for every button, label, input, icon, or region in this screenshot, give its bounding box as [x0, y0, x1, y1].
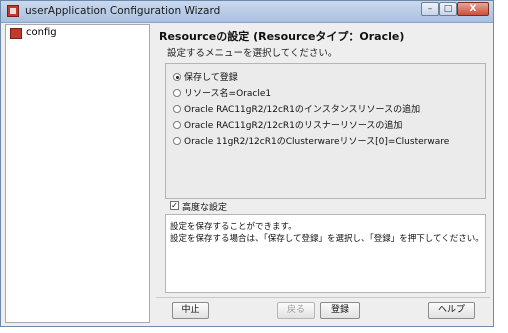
- wizard-window: userApplication Configuration Wizard – □…: [0, 0, 494, 327]
- option-label: Oracle RAC11gR2/12cR1のリスナーリソースの追加: [184, 121, 403, 131]
- description-panel: 設定を保存することができます。 設定を保存する場合は、「保存して登録」を選択し、…: [165, 214, 486, 293]
- option-add-listener-resource[interactable]: Oracle RAC11gR2/12cR1のリスナーリソースの追加: [173, 118, 402, 132]
- help-button[interactable]: ヘルプ: [428, 302, 475, 319]
- back-button[interactable]: 戻る: [277, 302, 315, 319]
- maximize-button[interactable]: □: [439, 2, 457, 16]
- advanced-settings-row[interactable]: ✓ 高度な設定: [165, 199, 486, 214]
- config-tree[interactable]: config: [5, 24, 150, 323]
- option-label: Oracle RAC11gR2/12cR1のインスタンスリソースの追加: [184, 105, 421, 115]
- minimize-button[interactable]: –: [421, 2, 439, 16]
- config-icon: [10, 28, 22, 39]
- option-save-register[interactable]: 保存して登録: [173, 70, 238, 84]
- tree-item-config[interactable]: config: [26, 27, 57, 38]
- advanced-settings-checkbox[interactable]: ✓: [170, 201, 179, 210]
- instruction-text: 設定するメニューを選択してください。: [167, 48, 338, 59]
- radio-icon[interactable]: [173, 137, 181, 145]
- app-icon: [7, 5, 19, 17]
- radio-icon[interactable]: [173, 105, 181, 113]
- cancel-button[interactable]: 中止: [172, 302, 209, 319]
- description-line: 設定を保存することができます。: [170, 222, 297, 232]
- description-line: 設定を保存する場合は、「保存して登録」を選択し、「登録」を押下してください。: [170, 234, 484, 244]
- option-label: 保存して登録: [184, 73, 238, 83]
- option-add-instance-resource[interactable]: Oracle RAC11gR2/12cR1のインスタンスリソースの追加: [173, 102, 420, 116]
- title-bar[interactable]: userApplication Configuration Wizard – □…: [1, 1, 493, 23]
- option-resource-name[interactable]: リソース名=Oracle1: [173, 86, 271, 100]
- advanced-settings-label: 高度な設定: [182, 203, 228, 213]
- divider: [156, 297, 490, 298]
- radio-selected-icon[interactable]: [173, 73, 181, 81]
- option-label: リソース名=Oracle1: [184, 89, 272, 99]
- close-button[interactable]: X: [457, 2, 489, 16]
- radio-icon[interactable]: [173, 121, 181, 129]
- option-label: Oracle 11gR2/12cR1のClusterwareリソース[0]=Cl…: [184, 137, 450, 147]
- page-title: Resourceの設定 (Resourceタイプ：Oracle): [159, 30, 405, 43]
- menu-options-panel: 保存して登録 リソース名=Oracle1 Oracle RAC11gR2/12c…: [165, 63, 486, 199]
- option-clusterware-resource[interactable]: Oracle 11gR2/12cR1のClusterwareリソース[0]=Cl…: [173, 134, 449, 148]
- radio-icon[interactable]: [173, 89, 181, 97]
- window-title: userApplication Configuration Wizard: [25, 5, 221, 17]
- register-button[interactable]: 登録: [320, 302, 360, 319]
